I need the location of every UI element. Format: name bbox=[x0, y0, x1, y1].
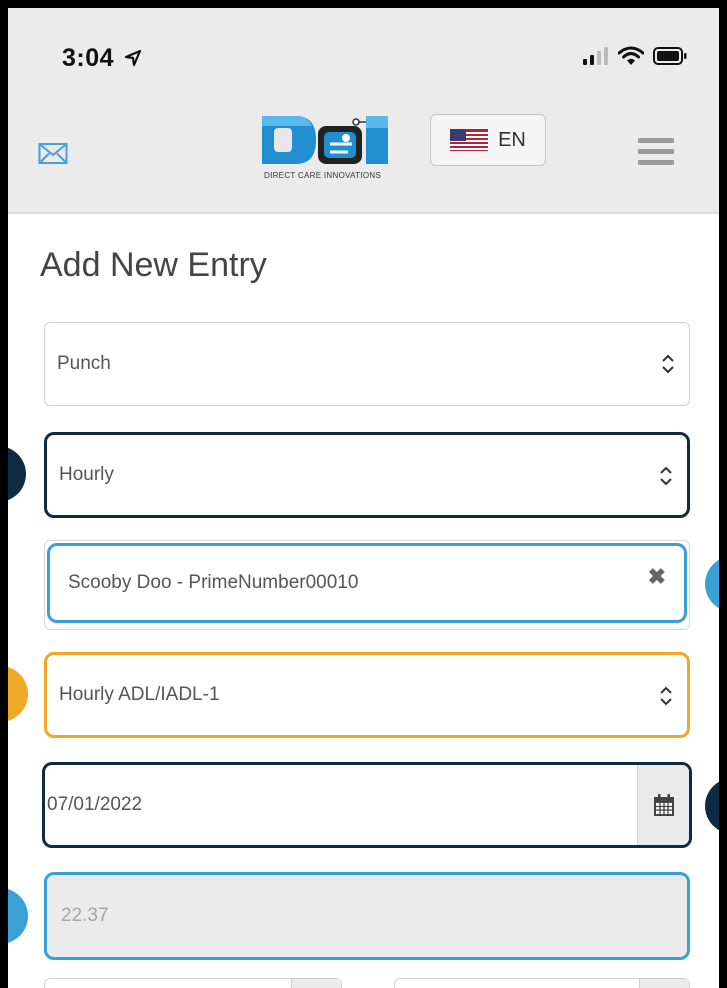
svg-text:DIRECT CARE INNOVATIONS: DIRECT CARE INNOVATIONS bbox=[264, 171, 381, 180]
calendar-icon bbox=[653, 794, 674, 816]
units-field: 22.37 bbox=[44, 872, 690, 960]
status-icons bbox=[583, 46, 687, 66]
service-value: Hourly ADL/IADL-1 bbox=[59, 684, 220, 705]
date-value: 07/01/2022 bbox=[47, 794, 143, 815]
billing-type-select[interactable]: Hourly bbox=[44, 432, 690, 518]
calendar-button[interactable] bbox=[637, 765, 689, 845]
billing-type-value: Hourly bbox=[59, 464, 114, 485]
date-field[interactable]: 07/01/2022 bbox=[42, 762, 692, 848]
service-select[interactable]: Hourly ADL/IADL-1 bbox=[44, 652, 690, 738]
time-in-field[interactable] bbox=[44, 978, 342, 988]
entry-type-select[interactable]: Punch bbox=[44, 322, 690, 406]
callout-marker-blue bbox=[705, 556, 719, 612]
hamburger-menu-icon[interactable] bbox=[638, 136, 674, 166]
callout-marker-orange bbox=[8, 666, 28, 722]
time-out-button[interactable] bbox=[639, 979, 689, 988]
client-value: Scooby Doo - PrimeNumber00010 bbox=[68, 572, 359, 593]
callout-marker-navy bbox=[8, 446, 26, 502]
page-title: Add New Entry bbox=[40, 246, 267, 284]
app-header: DIRECT CARE INNOVATIONS EN bbox=[8, 90, 719, 214]
dci-logo: DIRECT CARE INNOVATIONS bbox=[262, 116, 388, 180]
location-arrow-icon bbox=[124, 49, 141, 67]
select-chevron-icon bbox=[662, 354, 674, 374]
entry-type-value: Punch bbox=[57, 353, 111, 374]
signal-icon bbox=[583, 47, 608, 65]
wifi-icon bbox=[618, 46, 644, 65]
callout-marker-navy bbox=[705, 778, 719, 834]
language-label: EN bbox=[498, 128, 526, 151]
client-select[interactable]: Scooby Doo - PrimeNumber00010 ✖ bbox=[47, 543, 687, 623]
language-selector-button[interactable]: EN bbox=[430, 114, 546, 166]
client-field-container: Scooby Doo - PrimeNumber00010 ✖ bbox=[44, 540, 690, 630]
us-flag-icon bbox=[450, 129, 489, 151]
time-out-field[interactable] bbox=[394, 978, 690, 988]
time-in-button[interactable] bbox=[291, 979, 341, 988]
battery-icon bbox=[653, 47, 687, 65]
status-time-text: 3:04 bbox=[62, 44, 115, 72]
callout-marker-blue bbox=[8, 888, 28, 944]
select-chevron-icon bbox=[660, 686, 672, 706]
phone-screen: 3:04 DIRECT CARE INNOVATIONS EN Add New … bbox=[8, 8, 719, 988]
status-time: 3:04 bbox=[62, 44, 142, 73]
select-chevron-icon bbox=[660, 466, 672, 486]
units-value: 22.37 bbox=[61, 905, 109, 926]
status-bar: 3:04 bbox=[8, 8, 719, 90]
mail-icon[interactable] bbox=[38, 142, 68, 166]
clear-icon[interactable]: ✖ bbox=[648, 564, 666, 590]
